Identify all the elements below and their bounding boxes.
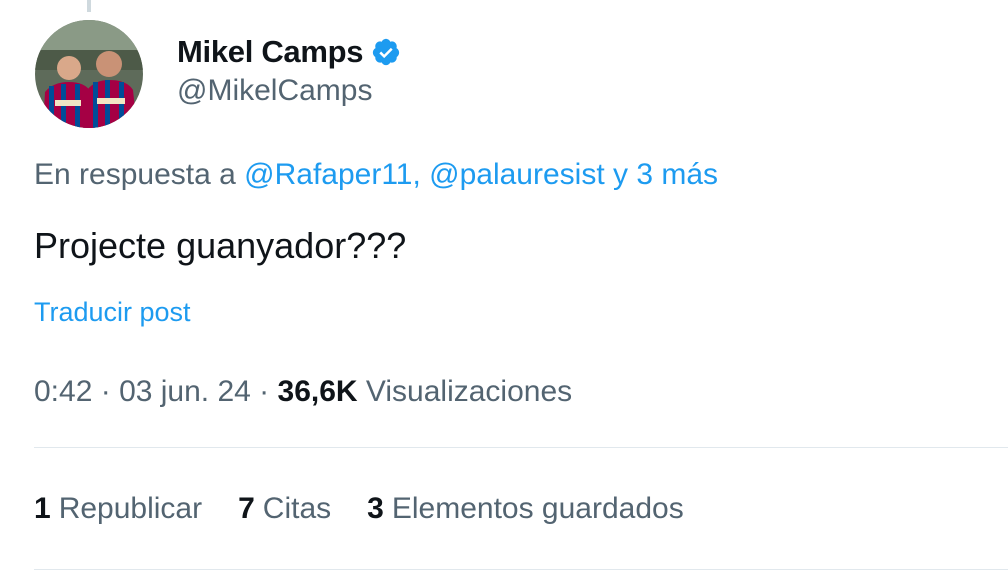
- reply-handles-link[interactable]: @Rafaper11, @palauresist: [244, 158, 605, 191]
- avatar[interactable]: [35, 20, 143, 128]
- author-info: Mikel Camps @MikelCamps: [177, 32, 401, 108]
- reply-context: En respuesta a @Rafaper11, @palauresist …: [34, 158, 718, 192]
- views-count: 36,6K: [277, 375, 358, 408]
- quotes-label: Citas: [262, 492, 332, 525]
- reply-more-link[interactable]: y 3 más: [605, 158, 718, 191]
- meta-separator: ·: [92, 375, 120, 408]
- post-time[interactable]: 0:42: [34, 375, 92, 408]
- bookmarks-stat[interactable]: 3 Elementos guardados: [367, 492, 684, 526]
- bookmarks-label: Elementos guardados: [391, 492, 684, 525]
- reposts-stat[interactable]: 1 Republicar: [34, 492, 202, 526]
- post-meta: 0:42 · 03 jun. 24 · 36,6K Visualizacione…: [34, 375, 572, 409]
- reposts-count: 1: [34, 492, 51, 525]
- post-date[interactable]: 03 jun. 24: [119, 375, 251, 408]
- reply-prefix: En respuesta a: [34, 158, 245, 191]
- translate-post-link[interactable]: Traducir post: [34, 297, 191, 328]
- quotes-stat[interactable]: 7 Citas: [238, 492, 331, 526]
- quotes-count: 7: [238, 492, 255, 525]
- verified-badge-icon[interactable]: [371, 37, 401, 67]
- divider: [34, 447, 1008, 448]
- author-handle[interactable]: @MikelCamps: [177, 74, 401, 108]
- post-text: Projecte guanyador???: [34, 225, 407, 266]
- views-label: Visualizaciones: [357, 375, 573, 408]
- display-name-row: Mikel Camps: [177, 32, 401, 72]
- bookmarks-count: 3: [367, 492, 384, 525]
- display-name[interactable]: Mikel Camps: [177, 34, 364, 70]
- meta-separator: ·: [250, 375, 278, 408]
- engagement-stats: 1 Republicar 7 Citas 3 Elementos guardados: [34, 492, 720, 526]
- divider: [34, 569, 1008, 570]
- reposts-label: Republicar: [58, 492, 203, 525]
- post-header: Mikel Camps @MikelCamps: [35, 20, 401, 128]
- thread-connector-line: [87, 0, 91, 12]
